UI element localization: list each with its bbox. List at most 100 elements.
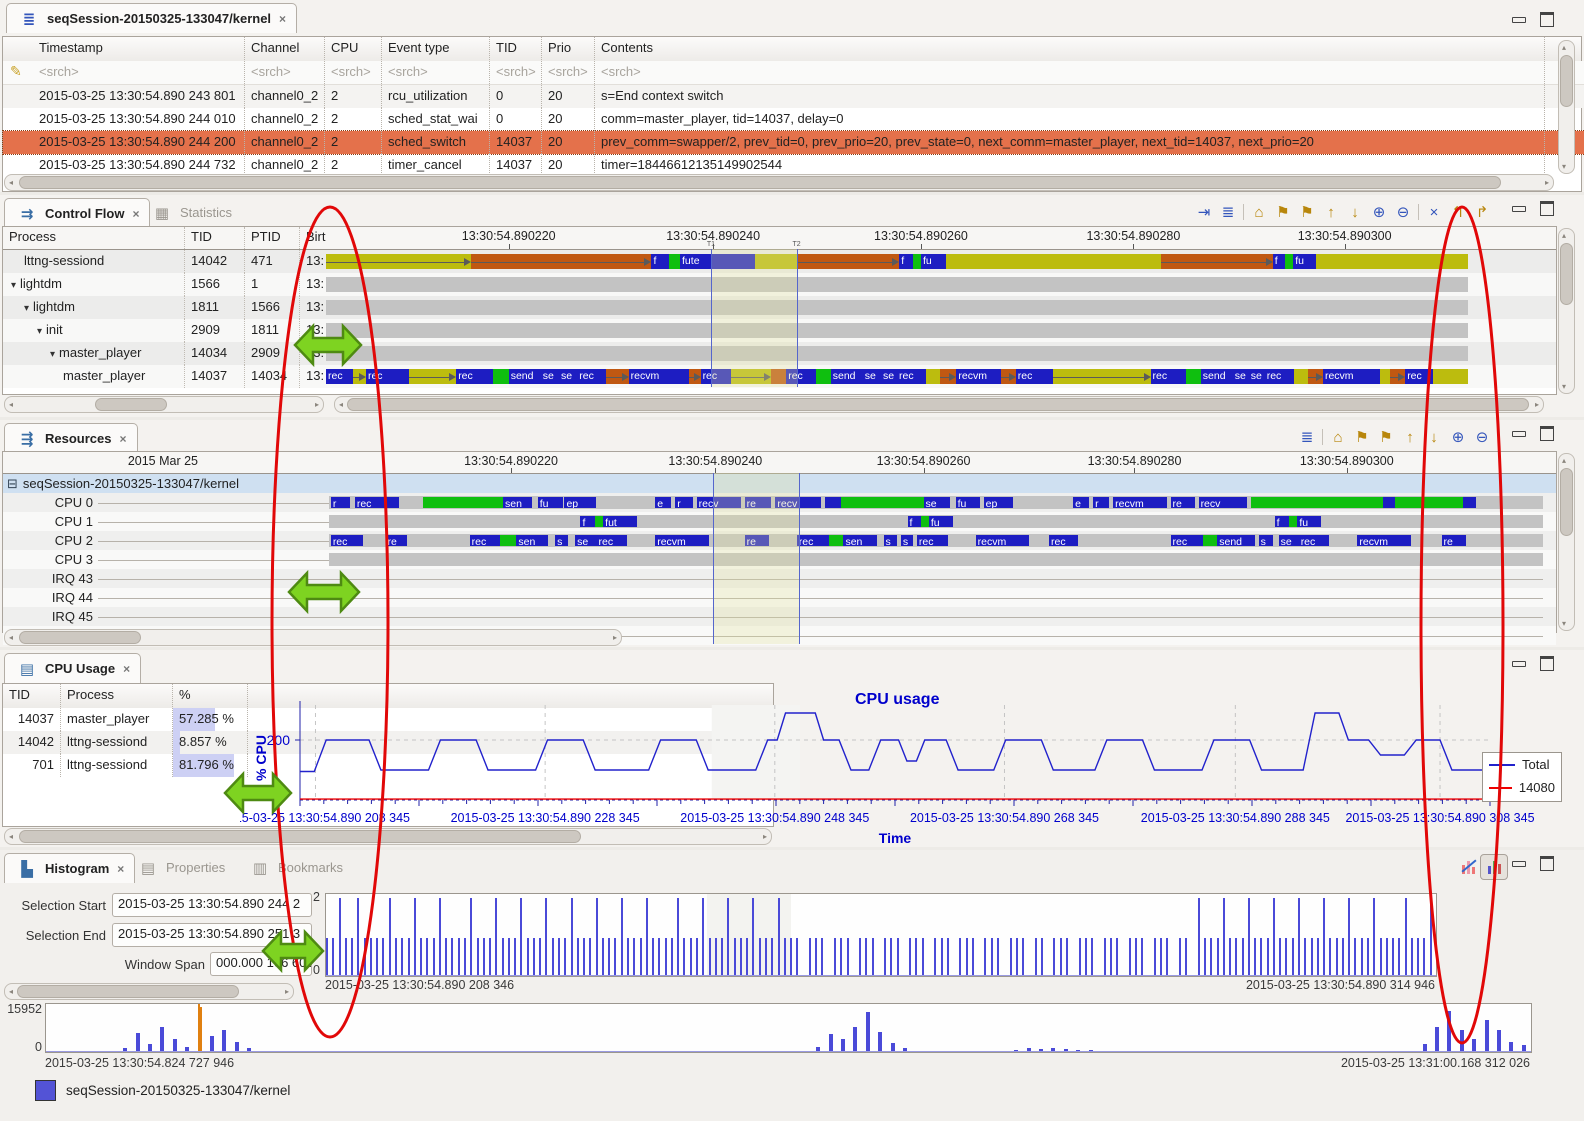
column-header-cpu[interactable]: CPU: [325, 37, 382, 60]
timeline-segment[interactable]: [1308, 369, 1323, 384]
zoom-in-icon[interactable]: ⊕: [1446, 426, 1470, 448]
timeline-segment-f[interactable]: f: [899, 254, 913, 269]
timeline-segment[interactable]: [500, 535, 516, 546]
timeline-segment-re[interactable]: re: [1442, 535, 1466, 546]
timeline-segment-f[interactable]: f: [1275, 516, 1290, 527]
timeline-segment-recvm[interactable]: recvm: [655, 535, 708, 546]
timeline-segment[interactable]: [1186, 369, 1201, 384]
selection-range[interactable]: [713, 473, 800, 644]
timeline-segment[interactable]: [940, 369, 956, 384]
timeline-segment[interactable]: [471, 254, 651, 269]
timeline-segment-f[interactable]: f: [580, 516, 595, 527]
timeline-segment-se[interactable]: se: [881, 369, 897, 384]
timeline-segment[interactable]: [353, 369, 366, 384]
column-header-process[interactable]: Process: [61, 684, 173, 707]
timeline-segment-rec[interactable]: rec: [326, 369, 353, 384]
timeline-segment-rec[interactable]: rec: [1299, 535, 1330, 546]
timeline-segment-sen[interactable]: sen: [516, 535, 548, 546]
timeline-segment-rec[interactable]: rec: [897, 369, 926, 384]
timeline-segment-se[interactable]: se: [863, 369, 881, 384]
tree-expander-icon[interactable]: ▾: [24, 303, 29, 314]
filter-pencil-icon[interactable]: ✎: [10, 63, 22, 80]
timeline-segment-recvm[interactable]: recvm: [629, 369, 690, 384]
timeline-segment[interactable]: [1161, 254, 1273, 269]
tab-histogram[interactable]: ▙ Histogram ×: [4, 853, 135, 883]
timeline-segment-sen[interactable]: sen: [843, 535, 876, 546]
previous-marker-icon[interactable]: ⚑: [1271, 201, 1295, 223]
cpu-usage-chart[interactable]: 200% CPU2015-03-25 13:30:54.890 208 3452…: [240, 683, 1575, 845]
events-filter-row[interactable]: ✎<srch><srch><srch><srch><srch><srch><sr…: [3, 61, 1584, 85]
maximize-icon[interactable]: [1540, 201, 1554, 216]
up-icon[interactable]: ↑: [1398, 426, 1422, 448]
timeline-segment-sen[interactable]: sen: [503, 497, 532, 508]
timeline-segment-rec[interactable]: rec: [797, 535, 829, 546]
timeline-segment-fu[interactable]: fu: [921, 254, 946, 269]
events-vscrollbar[interactable]: ▴▾: [1558, 40, 1575, 174]
column-header-tid[interactable]: TID: [3, 684, 61, 707]
timeline-segment[interactable]: [1289, 516, 1297, 527]
column-header-event-type[interactable]: Event type: [382, 37, 490, 60]
hide-arrows-icon[interactable]: ×: [1422, 201, 1446, 223]
timeline-segment[interactable]: [921, 516, 929, 527]
tab-statistics[interactable]: ▦ Statistics: [140, 198, 242, 227]
timeline-segment[interactable]: [1053, 369, 1150, 384]
align-views-icon[interactable]: ⇥: [1192, 201, 1216, 223]
timeline-segment-rec[interactable]: rec: [596, 535, 627, 546]
column-header-%[interactable]: %: [173, 684, 248, 707]
timeline-segment[interactable]: [689, 369, 700, 384]
process-name-cell[interactable]: master_player: [3, 365, 185, 388]
minimize-icon[interactable]: [1512, 206, 1526, 212]
filter-cell[interactable]: <srch>: [542, 61, 595, 84]
timeline-segment-send[interactable]: send: [1217, 535, 1254, 546]
timeline-segment-rec[interactable]: rec: [456, 369, 493, 384]
process-name-cell[interactable]: ▾init: [3, 319, 185, 342]
timeline-segment-se[interactable]: se: [541, 369, 559, 384]
timeline-segment-recv[interactable]: recv: [1199, 497, 1247, 508]
follow-arrow-forward-icon[interactable]: ↱: [1470, 201, 1494, 223]
timeline-segment[interactable]: [1395, 497, 1463, 508]
timeline-segment-s[interactable]: s: [1259, 535, 1274, 546]
timeline-segment-send[interactable]: send: [1201, 369, 1233, 384]
next-marker-icon[interactable]: ⚑: [1374, 426, 1398, 448]
timeline-segment[interactable]: [913, 254, 921, 269]
up-icon[interactable]: ↑: [1319, 201, 1343, 223]
column-header-contents[interactable]: Contents: [595, 37, 1545, 60]
timeline-segment[interactable]: [423, 497, 503, 508]
timeline-segment[interactable]: [1316, 254, 1468, 269]
column-header-channel[interactable]: Channel: [245, 37, 325, 60]
tree-expander-icon[interactable]: ▾: [37, 326, 42, 337]
process-name-cell[interactable]: ▾lightdm: [3, 296, 185, 319]
timeline-segment-rec[interactable]: rec: [1049, 535, 1078, 546]
selection-range[interactable]: [711, 249, 799, 387]
timeline-segment[interactable]: [669, 254, 680, 269]
close-icon[interactable]: ×: [279, 12, 286, 26]
timeline-segment-rec[interactable]: rec: [366, 369, 409, 384]
timeline-segment[interactable]: [1203, 535, 1218, 546]
timeline-segment[interactable]: [926, 369, 941, 384]
timeline-segment-re[interactable]: re: [1171, 497, 1195, 508]
filter-cell[interactable]: <srch>: [245, 61, 325, 84]
timeline-segment-fu[interactable]: fu: [956, 497, 980, 508]
timeline-segment[interactable]: [1001, 369, 1016, 384]
column-header-tid[interactable]: TID: [185, 227, 245, 249]
column-header-timestamp[interactable]: Timestamp: [33, 37, 245, 60]
timeline-segment-recvm[interactable]: recvm: [956, 369, 1001, 384]
timeline-segment-send[interactable]: send: [831, 369, 863, 384]
minimize-icon[interactable]: [1512, 431, 1526, 437]
close-icon[interactable]: ×: [117, 862, 124, 876]
timeline-segment[interactable]: [1463, 497, 1476, 508]
timeline-segment-rec[interactable]: rec: [1405, 369, 1432, 384]
events-hscrollbar[interactable]: ◂▸: [4, 174, 1554, 191]
timeline-segment[interactable]: [1285, 254, 1293, 269]
timeline-segment-r[interactable]: r: [675, 497, 692, 508]
selection-start-field[interactable]: 2015-03-25 13:30:54.890 244 2: [112, 893, 312, 917]
close-icon[interactable]: ×: [123, 662, 130, 676]
zoom-out-icon[interactable]: ⊖: [1391, 201, 1415, 223]
timeline-segment-rec[interactable]: rec: [1016, 369, 1054, 384]
timeline-segment[interactable]: [409, 369, 456, 384]
down-icon[interactable]: ↓: [1343, 201, 1367, 223]
timeline-segment[interactable]: [1380, 369, 1390, 384]
maximize-icon[interactable]: [1540, 426, 1554, 441]
control-flow-vscrollbar[interactable]: ▴▾: [1558, 228, 1575, 394]
maximize-icon[interactable]: [1540, 12, 1554, 27]
